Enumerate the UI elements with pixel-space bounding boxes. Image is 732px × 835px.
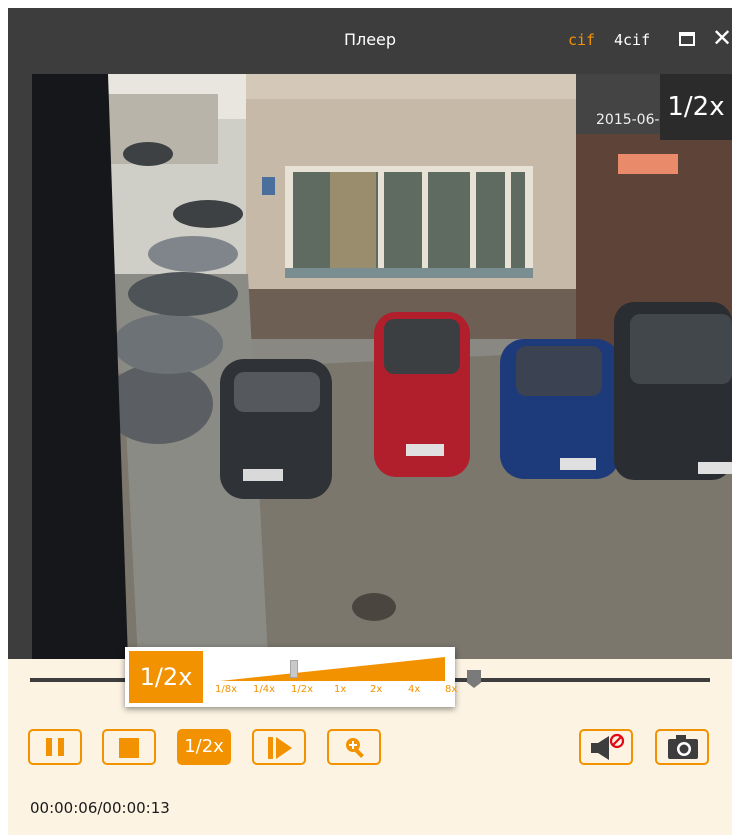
close-icon[interactable]: ✕ [712, 25, 732, 51]
speed-popup: 1/2x 1/8x 1/4x 1/2x 1x 2x 4x 8x [125, 647, 457, 707]
speed-overlay: 1/2x [660, 74, 732, 140]
camera-scene: 2015-06-23 [8, 74, 732, 659]
player-window: Плеер cif 4cif ✕ 2015-06-23 1/2x 1/2x 1/… [8, 8, 732, 835]
zoom-button[interactable] [327, 729, 381, 765]
playback-time: 00:00:06/00:00:13 [30, 799, 170, 817]
mute-button[interactable] [579, 729, 633, 765]
pause-button[interactable] [28, 729, 82, 765]
speed-tick[interactable]: 1/8x [215, 684, 237, 695]
step-forward-icon [268, 737, 292, 759]
resolution-cif-option[interactable]: cif [568, 31, 595, 49]
title-bar: Плеер cif 4cif ✕ [8, 8, 732, 74]
speed-ramp[interactable] [220, 657, 445, 685]
stop-icon [119, 738, 139, 758]
resolution-4cif-option[interactable]: 4cif [614, 31, 650, 49]
speed-button[interactable]: 1/2x [177, 729, 231, 765]
speed-tick[interactable]: 2x [370, 684, 382, 695]
stop-button[interactable] [102, 729, 156, 765]
speed-tick[interactable]: 8x [445, 684, 457, 695]
speed-tick[interactable]: 1x [334, 684, 346, 695]
car-black-suv [614, 302, 732, 480]
step-forward-button[interactable] [252, 729, 306, 765]
speed-slider-handle[interactable] [290, 660, 298, 678]
speed-current-value: 1/2x [129, 651, 203, 703]
video-frame[interactable]: 2015-06-23 1/2x [8, 74, 732, 659]
maximize-icon[interactable] [679, 32, 695, 46]
speed-tick[interactable]: 1/4x [253, 684, 275, 695]
car-blue [500, 339, 620, 479]
car-dark-gray [220, 359, 332, 499]
speed-tick[interactable]: 4x [408, 684, 420, 695]
car-red [374, 312, 470, 477]
camera-icon [668, 735, 698, 759]
speed-tick[interactable]: 1/2x [291, 684, 313, 695]
snapshot-button[interactable] [655, 729, 709, 765]
timeline-handle[interactable] [467, 670, 481, 688]
speaker-muted-icon [591, 733, 625, 760]
zoom-in-icon [346, 738, 364, 758]
